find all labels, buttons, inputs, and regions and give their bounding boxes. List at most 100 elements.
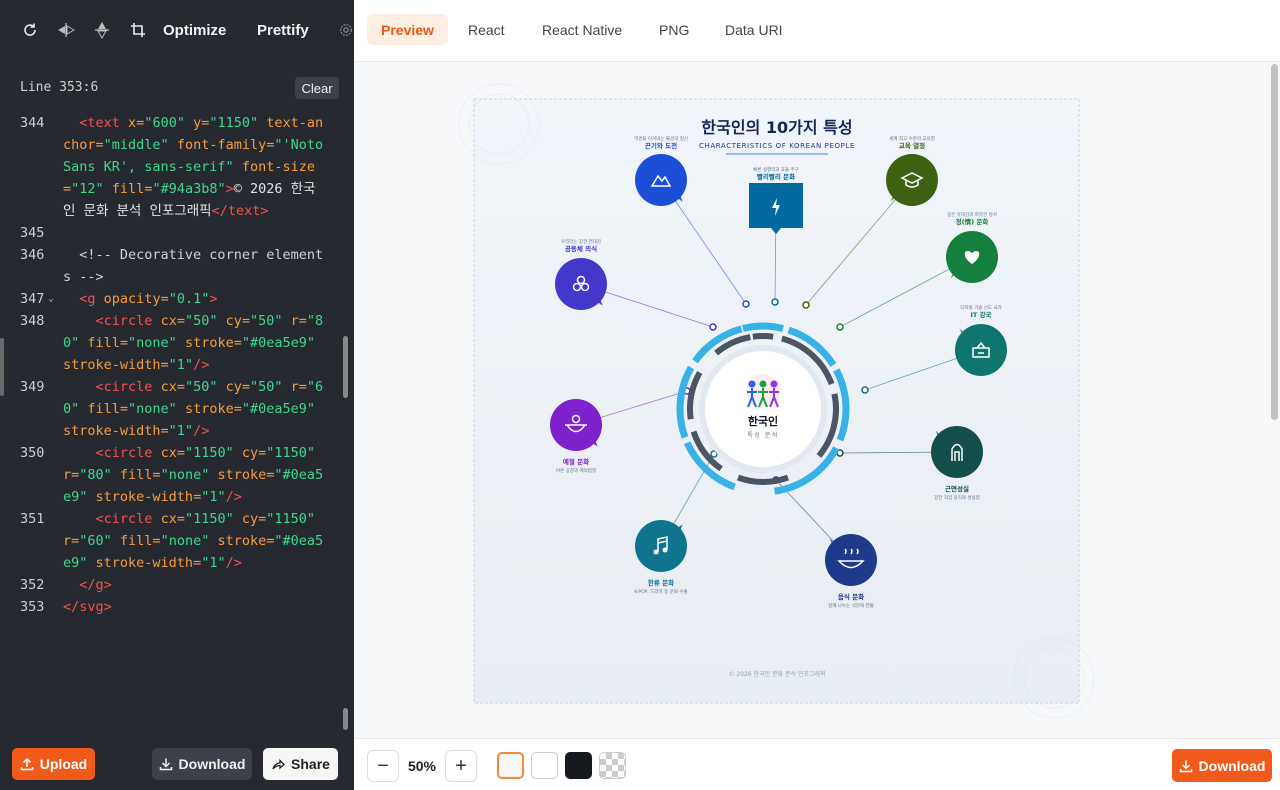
code-line[interactable]: 353 </svg> (0, 596, 338, 618)
line-content: <g opacity="0.1"> (79, 291, 218, 307)
line-number: 348 (20, 313, 45, 329)
code-line[interactable]: 352 </g> (0, 574, 338, 596)
code-line[interactable]: 350 <circle cx="1150" cy="1150" r="80" f… (0, 442, 338, 508)
upload-icon (20, 757, 34, 771)
music-icon (662, 547, 668, 553)
infographic-subtitle: CHARACTERISTICS OF KOREAN PEOPLE (699, 142, 855, 150)
download-label: Download (178, 756, 246, 772)
refresh-icon[interactable] (20, 20, 40, 40)
node-name: IT 강국 (970, 310, 991, 319)
fold-chevron-icon[interactable]: ⌄ (48, 288, 54, 310)
line-number: 350 (20, 445, 45, 461)
preview-scrollbar[interactable] (1271, 64, 1278, 420)
node-circle (955, 324, 1007, 376)
code-line[interactable]: 345 (0, 222, 338, 244)
node-description: 함께 나누는 식문화 전통 (828, 602, 874, 609)
node-circle (825, 534, 877, 586)
bg-swatch-transparent[interactable] (599, 752, 626, 779)
line-content: <!-- Decorative corner elements --> (63, 247, 324, 285)
crop-icon[interactable] (128, 20, 148, 40)
flip-horizontal-icon[interactable] (56, 20, 76, 40)
code-line[interactable]: 349 <circle cx="50" cy="50" r="60" fill=… (0, 376, 338, 442)
node-description: 디지털 기술 선도 국가 (960, 304, 1002, 311)
zoom-level: 50% (407, 758, 437, 774)
ring-outer-segment (742, 322, 784, 332)
line-content: <text x="600" y="1150" text-anchor="midd… (63, 115, 332, 219)
tab-png[interactable]: PNG (645, 14, 703, 45)
code-line[interactable]: 351 <circle cx="1150" cy="1150" r="60" f… (0, 508, 338, 574)
editor-scrollbar[interactable] (343, 336, 348, 398)
code-line[interactable]: 344 <text x="600" y="1150" text-anchor="… (0, 112, 338, 222)
clear-button[interactable]: Clear (295, 77, 339, 99)
center-ring: 한국인특성 분석 (676, 322, 850, 495)
line-number: 347 ⌄ (0, 288, 63, 310)
gear-icon[interactable] (338, 20, 354, 40)
infographic-preview: 한국인의 10가지 특성 CHARACTERISTICS OF KOREAN P… (458, 83, 1095, 719)
node-name: 빨리빨리 문화 (757, 172, 795, 181)
line-number: 349 (20, 379, 45, 395)
code-line[interactable]: 348 <circle cx="50" cy="50" r="80" fill=… (0, 310, 338, 376)
node-name: 끈기와 도전 (645, 141, 677, 150)
trait-node: 빨리빨리 문화빠른 실행력과 효율 추구 (749, 166, 803, 234)
connector-dot (861, 386, 869, 394)
code-editor[interactable]: 344 <text x="600" y="1150" text-anchor="… (0, 112, 338, 734)
bg-swatch-dark[interactable] (565, 752, 592, 779)
node-description: 역경을 이겨내는 불굴의 정신 (634, 135, 688, 142)
code-line[interactable]: 346 <!-- Decorative corner elements --> (0, 244, 338, 288)
line-number: 345 (20, 225, 45, 241)
line-number: 353 (20, 599, 45, 615)
cursor-position: Line 353:6 (20, 80, 99, 95)
download-label: Download (1198, 757, 1266, 774)
node-description: 강한 직업 윤리와 성실함 (934, 494, 980, 501)
line-content (63, 222, 325, 244)
preview-footer: − 50% + Download (354, 738, 1280, 790)
tab-react[interactable]: React (454, 14, 519, 45)
share-button[interactable]: Share (263, 748, 338, 780)
node-description: K-POP, 드라마 등 문화 수출 (634, 588, 687, 595)
share-label: Share (291, 756, 330, 772)
optimize-button[interactable]: Optimize (163, 22, 226, 39)
prettify-button[interactable]: Prettify (257, 22, 309, 39)
gutter-marker (0, 338, 4, 396)
music-icon (653, 549, 659, 555)
zoom-in-button[interactable]: + (445, 750, 477, 782)
preview-panel: Preview React React Native PNG Data URI … (354, 0, 1280, 790)
line-content: </g> (79, 577, 112, 593)
person-icon (770, 380, 778, 388)
editor-actions: Upload Download Share (0, 742, 354, 790)
center-subtitle: 특성 분석 (747, 431, 779, 439)
download-button[interactable]: Download (1172, 749, 1272, 782)
bg-swatch-light[interactable] (497, 752, 524, 779)
editor-scrollbar-minor[interactable] (343, 708, 348, 730)
connector-dot (742, 300, 750, 308)
zoom-out-button[interactable]: − (367, 750, 399, 782)
tab-preview[interactable]: Preview (367, 14, 448, 45)
flip-vertical-icon[interactable] (92, 20, 112, 40)
tab-react-native[interactable]: React Native (528, 14, 636, 45)
infographic-copyright: © 2026 한국인 문화 분석 인포그래픽 (728, 670, 825, 678)
ring-inner-segment (752, 333, 774, 340)
preview-canvas[interactable]: 한국인의 10가지 특성 CHARACTERISTICS OF KOREAN P… (354, 62, 1280, 738)
node-name: 정(情) 문화 (956, 217, 989, 226)
node-description: 어른 공경과 예의범절 (556, 467, 596, 474)
node-description: 우리라는 강한 연대감 (561, 238, 601, 245)
editor-panel: Optimize Prettify Line 353:6 Clear 344 <… (0, 0, 354, 790)
center-title: 한국인 (748, 414, 778, 428)
plus-icon: + (455, 754, 467, 777)
center-disc (705, 351, 821, 467)
tab-data-uri[interactable]: Data URI (711, 14, 797, 45)
download-button-editor[interactable]: Download (152, 748, 252, 780)
bg-swatch-white[interactable] (531, 752, 558, 779)
node-description: 빠른 실행력과 효율 추구 (753, 166, 799, 173)
node-circle (635, 520, 687, 572)
node-description: 깊은 유대감과 따뜻한 정서 (947, 211, 997, 218)
person-icon (748, 380, 756, 388)
line-content: <circle cx="1150" cy="1150" r="60" fill=… (63, 511, 324, 571)
node-description: 세계 최고 수준의 교육열 (889, 135, 935, 142)
download-icon (159, 758, 172, 771)
upload-button[interactable]: Upload (12, 748, 95, 780)
infographic-title: 한국인의 10가지 특성 (701, 118, 852, 137)
node-name: 한류 문화 (648, 578, 674, 587)
code-line[interactable]: 347 ⌄ <g opacity="0.1"> (0, 288, 338, 310)
line-number: 344 (20, 115, 45, 131)
